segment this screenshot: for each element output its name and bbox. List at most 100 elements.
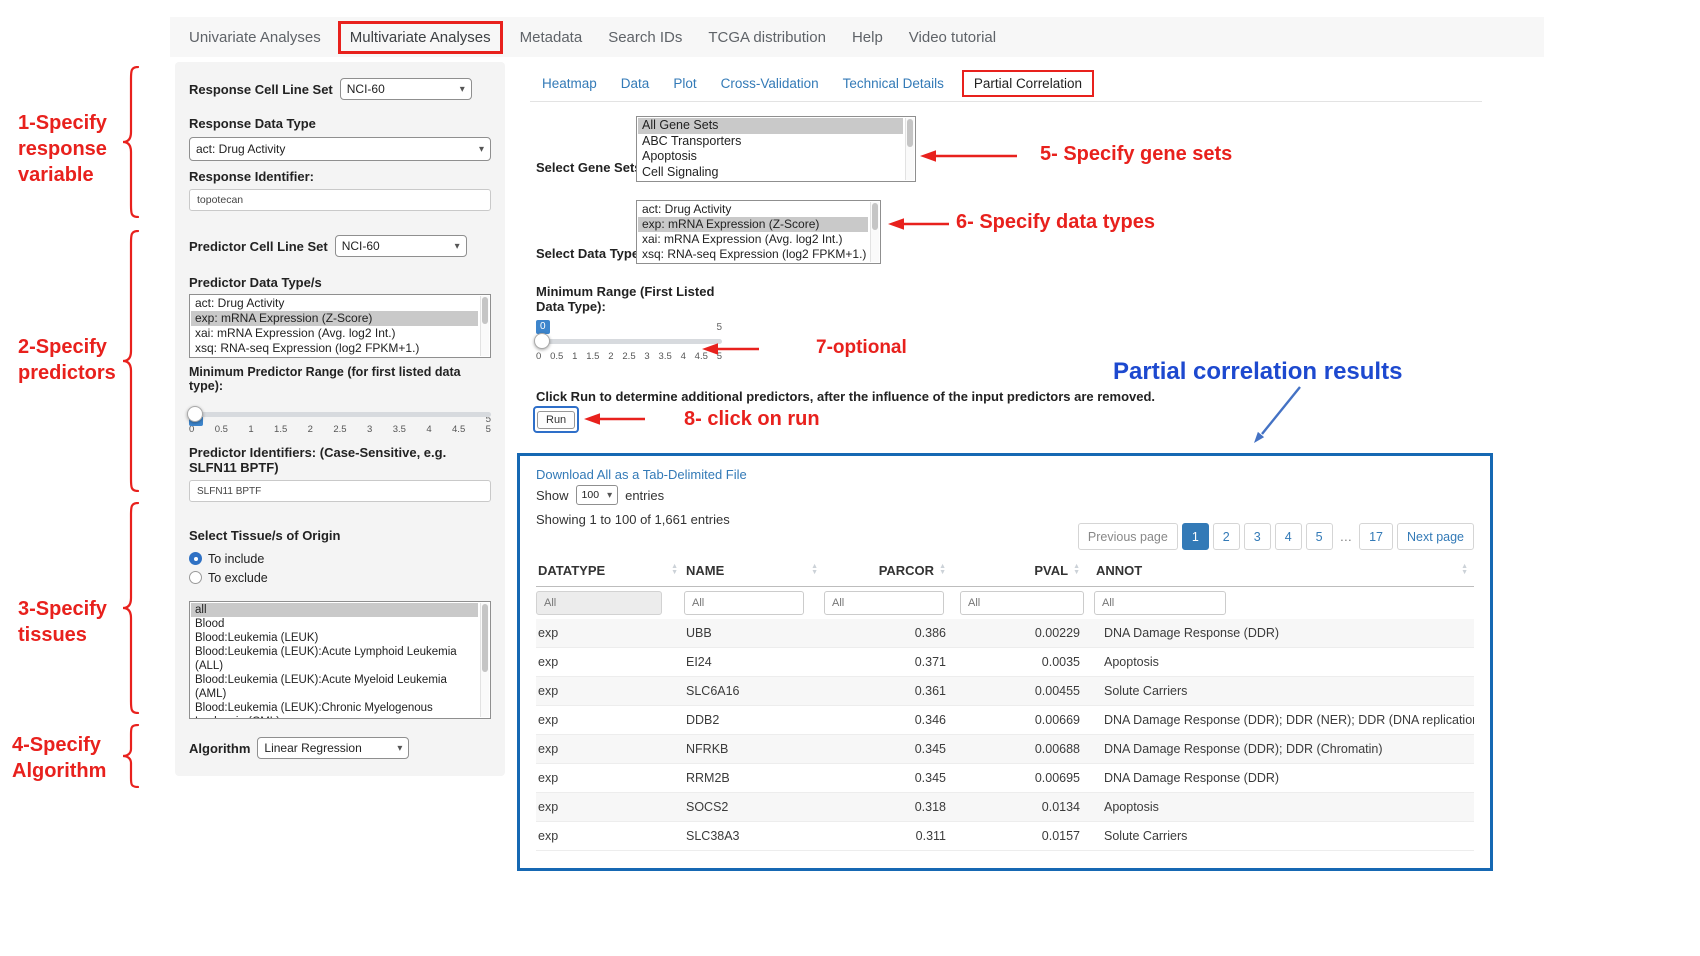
listbox-option[interactable]: Blood:Leukemia (LEUK) (191, 631, 478, 645)
previous-page-button[interactable]: Previous page (1078, 523, 1178, 550)
listbox-option[interactable]: act: Drug Activity (191, 296, 478, 311)
slider-max-label: 5 (716, 322, 722, 333)
slider-tick-label: 2.5 (622, 351, 635, 362)
tab[interactable]: Heatmap (530, 70, 609, 97)
show-entries-select[interactable]: 100 ▾ (576, 485, 619, 505)
tab[interactable]: Plot (661, 70, 708, 97)
listbox-option[interactable]: xsq: RNA-seq Expression (log2 FPKM+1.) (638, 247, 868, 262)
cell-datatype: exp (536, 706, 684, 734)
listbox-option[interactable]: Blood (191, 617, 478, 631)
scrollbar[interactable] (480, 603, 489, 717)
listbox-option[interactable]: All Gene Sets (638, 118, 903, 134)
nav-item[interactable]: Video tutorial (896, 29, 1009, 46)
column-filter-input[interactable] (824, 591, 944, 615)
predictor-cell-line-set-label: Predictor Cell Line Set (189, 239, 328, 254)
table-row: exp SLC38A3 0.311 0.0157 Solute Carriers (536, 822, 1474, 851)
listbox-option[interactable]: Blood:Leukemia (LEUK):Acute Myeloid Leuk… (191, 673, 478, 701)
scrollbar-thumb[interactable] (482, 297, 488, 324)
page-number-button[interactable]: 2 (1213, 523, 1240, 550)
radio-label: To include (208, 552, 264, 566)
listbox-option[interactable]: ABC Transporters (638, 134, 903, 150)
response-identifier-input[interactable] (189, 189, 491, 211)
listbox-option[interactable]: exp: mRNA Expression (Z-Score) (638, 217, 868, 232)
column-header[interactable]: NAME ▲ ▼ (684, 554, 824, 587)
slider-tick-label: 4 (426, 424, 431, 435)
slider-tick-label: 3 (367, 424, 372, 435)
scrollbar-thumb[interactable] (482, 604, 488, 672)
cell-parcor: 0.311 (824, 822, 960, 850)
page-number-button[interactable]: 4 (1275, 523, 1302, 550)
response-cell-line-set-select[interactable]: NCI-60 ▾ (340, 78, 472, 100)
select-data-types-label: Select Data Types (536, 246, 646, 261)
listbox-option[interactable]: xai: mRNA Expression (Avg. log2 Int.) (638, 232, 868, 247)
listbox-option[interactable]: Cell Signaling (638, 165, 903, 181)
scrollbar[interactable] (870, 202, 879, 262)
cell-pval: 0.00455 (960, 677, 1094, 705)
listbox-option[interactable]: all (191, 603, 478, 617)
download-link[interactable]: Download All as a Tab-Delimited File (536, 467, 747, 482)
predictor-cell-line-set-select[interactable]: NCI-60 ▾ (335, 235, 467, 257)
listbox-option[interactable]: act: Drug Activity (638, 202, 868, 217)
cell-datatype: exp (536, 619, 684, 647)
nav-item[interactable]: Metadata (507, 29, 596, 46)
tabs-divider (530, 101, 1482, 102)
radio-icon (189, 571, 202, 584)
page-number-button[interactable]: 17 (1359, 523, 1393, 550)
tab[interactable]: Data (609, 70, 662, 97)
next-page-button[interactable]: Next page (1397, 523, 1474, 550)
nav-item[interactable]: Multivariate Analyses (338, 21, 503, 54)
run-button[interactable]: Run (537, 411, 575, 429)
algorithm-select[interactable]: Linear Regression ▾ (257, 737, 409, 759)
cell-pval: 0.00229 (960, 619, 1094, 647)
cell-annot: Solute Carriers (1094, 677, 1474, 705)
page-number-button[interactable]: 3 (1244, 523, 1271, 550)
tab[interactable]: Partial Correlation (962, 70, 1094, 97)
slider-track[interactable] (189, 412, 491, 417)
page-number-button[interactable]: 1 (1182, 523, 1209, 550)
column-filter-input[interactable] (960, 591, 1084, 615)
column-header[interactable]: PARCOR ▲ ▼ (824, 554, 960, 587)
column-header[interactable]: ANNOT ▲ ▼ (1094, 554, 1474, 587)
cell-name: SOCS2 (684, 793, 824, 821)
partial-correlation-results-panel: Download All as a Tab-Delimited File Sho… (517, 453, 1493, 871)
tissue-origin-radio[interactable]: To include (189, 549, 491, 568)
column-filter-input[interactable] (684, 591, 804, 615)
column-filter-input[interactable] (1094, 591, 1226, 615)
column-header[interactable]: DATATYPE ▲ ▼ (536, 554, 684, 587)
scrollbar-thumb[interactable] (872, 203, 878, 230)
response-data-type-select[interactable]: act: Drug Activity ▾ (189, 137, 491, 161)
nav-item[interactable]: Univariate Analyses (176, 29, 334, 46)
page-number-button[interactable]: … (1337, 523, 1356, 550)
scrollbar[interactable] (480, 296, 489, 356)
listbox-option[interactable]: exp: mRNA Expression (Z-Score) (191, 311, 478, 326)
tab[interactable]: Cross-Validation (709, 70, 831, 97)
predictor-identifiers-input[interactable] (189, 480, 491, 502)
column-filter-input[interactable] (536, 591, 662, 615)
cell-pval: 0.00688 (960, 735, 1094, 763)
tissue-origin-radio[interactable]: To exclude (189, 568, 491, 587)
nav-item[interactable]: Help (839, 29, 896, 46)
column-header-label: PVAL (1034, 563, 1068, 578)
nav-item[interactable]: TCGA distribution (695, 29, 839, 46)
scrollbar[interactable] (905, 118, 914, 180)
nav-item[interactable]: Search IDs (595, 29, 695, 46)
scrollbar-thumb[interactable] (907, 119, 913, 147)
annotation-step4: 4-Specify Algorithm (12, 732, 106, 784)
showing-entries-text: Showing 1 to 100 of 1,661 entries (536, 510, 730, 527)
column-header[interactable]: PVAL ▲ ▼ (960, 554, 1094, 587)
annotation-step7: 7-optional (816, 336, 907, 361)
listbox-option[interactable]: xsq: RNA-seq Expression (log2 FPKM+1.) (191, 341, 478, 356)
listbox-option[interactable]: Blood:Leukemia (LEUK):Acute Lymphoid Leu… (191, 645, 478, 673)
tab[interactable]: Technical Details (831, 70, 956, 97)
pagination: Previous page 12345…17 Next page (1078, 523, 1474, 550)
listbox-option[interactable]: Apoptosis (638, 149, 903, 165)
cell-annot: DNA Damage Response (DDR); DDR (Chromati… (1094, 735, 1474, 763)
slider-track[interactable] (536, 339, 722, 344)
response-cell-line-set-label: Response Cell Line Set (189, 82, 333, 97)
listbox-option[interactable]: xai: mRNA Expression (Avg. log2 Int.) (191, 326, 478, 341)
slider-handle[interactable] (534, 333, 550, 349)
app-page: Univariate AnalysesMultivariate Analyses… (0, 0, 1700, 956)
listbox-option[interactable]: Blood:Leukemia (LEUK):Chronic Myelogenou… (191, 701, 478, 719)
slider-handle[interactable] (187, 406, 203, 422)
page-number-button[interactable]: 5 (1306, 523, 1333, 550)
